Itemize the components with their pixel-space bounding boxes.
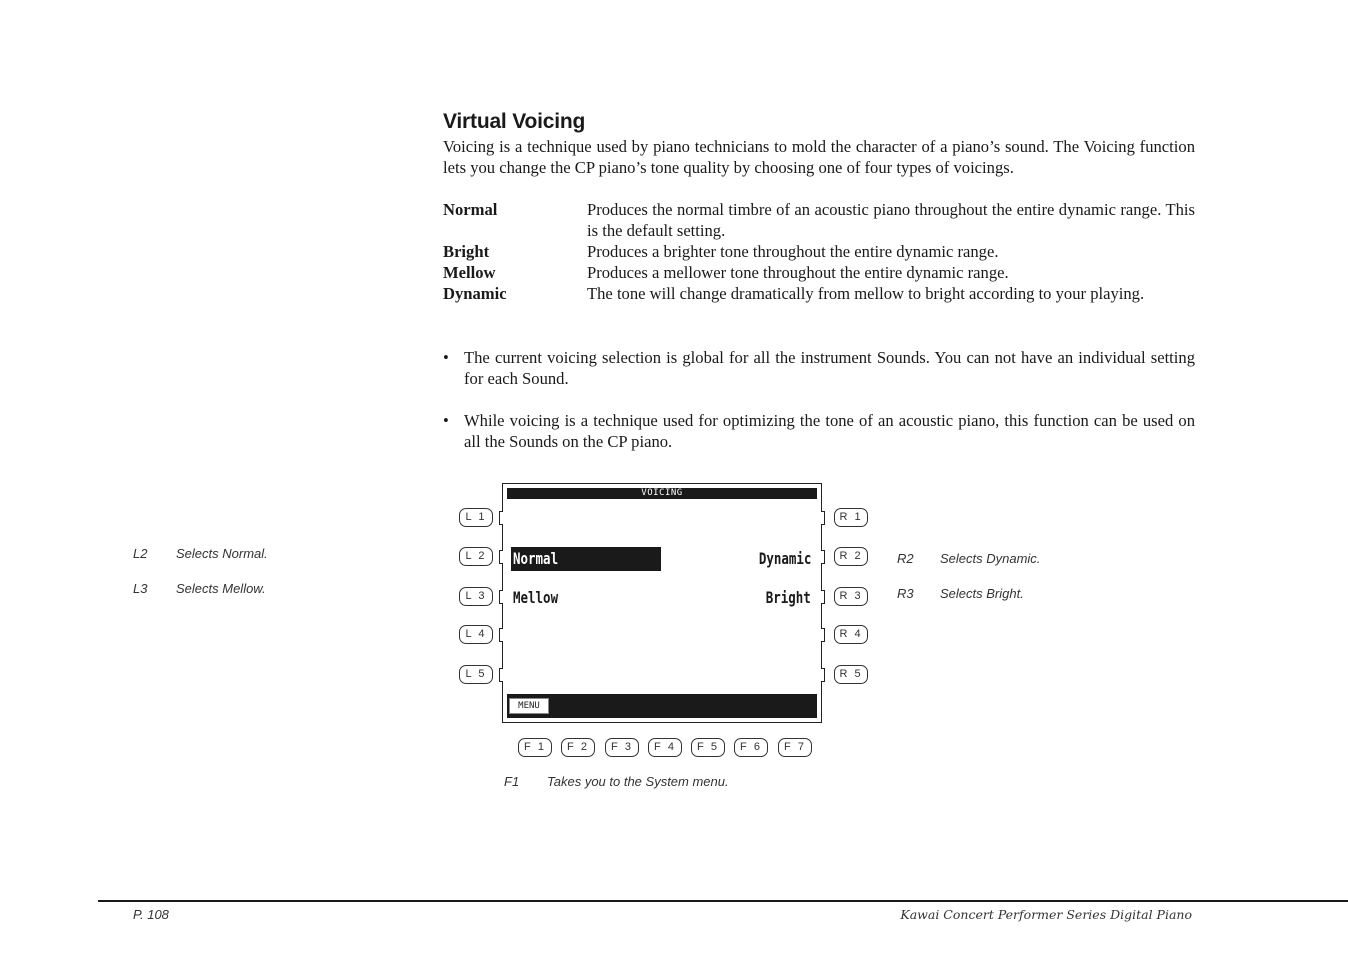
button-r2[interactable]: R 2 [834, 547, 868, 566]
button-f5[interactable]: F 5 [691, 738, 725, 757]
bullet-icon: • [443, 411, 449, 430]
button-l5[interactable]: L 5 [459, 665, 493, 684]
button-f1[interactable]: F 1 [518, 738, 552, 757]
definition-term: Mellow [443, 263, 496, 282]
annotation-key: L2 [133, 546, 148, 561]
annotation-text: Selects Mellow. [176, 581, 266, 596]
lcd-option-mellow[interactable]: Mellow [513, 586, 558, 610]
lcd-footer: MENU [507, 694, 817, 718]
footer-divider [98, 900, 1348, 902]
button-f2[interactable]: F 2 [561, 738, 595, 757]
lcd-notch [821, 668, 825, 682]
voicing-definitions: Normal Produces the normal timbre of an … [443, 199, 1195, 304]
button-f3[interactable]: F 3 [605, 738, 639, 757]
lcd-notch [821, 550, 825, 564]
definition-desc: Produces a brighter tone throughout the … [587, 242, 999, 261]
intro-paragraph: Voicing is a technique used by piano tec… [443, 137, 1195, 177]
bullet-item: • While voicing is a technique used for … [443, 410, 1195, 452]
lcd-notch [821, 590, 825, 604]
definition-desc: Produces the normal timbre of an acousti… [587, 200, 1195, 240]
lcd-notch [499, 628, 503, 642]
lcd-notch [499, 511, 503, 525]
annotation-r3: R3 Selects Bright. [897, 586, 1024, 601]
lcd-option-bright[interactable]: Bright [766, 586, 811, 610]
definition-desc: Produces a mellower tone throughout the … [587, 263, 1009, 282]
lcd-screen: VOICING Normal Mellow Dynamic Bright MEN… [499, 483, 825, 723]
definition-desc: The tone will change dramatically from m… [587, 284, 1145, 303]
button-l1[interactable]: L 1 [459, 508, 493, 527]
button-r4[interactable]: R 4 [834, 625, 868, 644]
lcd-option-dynamic[interactable]: Dynamic [758, 547, 811, 571]
lcd-option-normal[interactable]: Normal [511, 547, 661, 571]
annotation-l2: L2 Selects Normal. [133, 546, 268, 561]
definition-row: Dynamic The tone will change dramaticall… [443, 283, 1195, 304]
page-number: P. 108 [133, 907, 169, 922]
annotation-key: R2 [897, 551, 914, 566]
annotation-key: R3 [897, 586, 914, 601]
bullet-item: • The current voicing selection is globa… [443, 347, 1195, 389]
annotation-text: Selects Dynamic. [940, 551, 1041, 566]
button-l2[interactable]: L 2 [459, 547, 493, 566]
section-title: Virtual Voicing [443, 110, 586, 133]
annotation-f1: F1 Takes you to the System menu. [504, 774, 729, 789]
annotation-key: F1 [504, 774, 520, 789]
button-f7[interactable]: F 7 [778, 738, 812, 757]
lcd-notch [499, 550, 503, 564]
definition-term: Dynamic [443, 284, 507, 303]
lcd-notch [821, 511, 825, 525]
lcd-notch [499, 590, 503, 604]
menu-button[interactable]: MENU [509, 698, 549, 714]
definition-row: Normal Produces the normal timbre of an … [443, 199, 1195, 241]
definition-term: Normal [443, 200, 498, 219]
lcd-header: VOICING [507, 488, 817, 499]
annotation-text: Selects Bright. [940, 586, 1024, 601]
annotation-text: Takes you to the System menu. [547, 774, 729, 789]
bullet-icon: • [443, 348, 449, 367]
button-l4[interactable]: L 4 [459, 625, 493, 644]
lcd-option-label: Normal [513, 549, 559, 568]
button-r1[interactable]: R 1 [834, 508, 868, 527]
button-f4[interactable]: F 4 [648, 738, 682, 757]
annotation-key: L3 [133, 581, 148, 596]
bullet-text: While voicing is a technique used for op… [464, 411, 1195, 451]
annotation-l3: L3 Selects Mellow. [133, 581, 266, 596]
annotation-r2: R2 Selects Dynamic. [897, 551, 1040, 566]
button-r5[interactable]: R 5 [834, 665, 868, 684]
definition-term: Bright [443, 242, 490, 261]
definition-row: Mellow Produces a mellower tone througho… [443, 262, 1195, 283]
lcd-notch [821, 628, 825, 642]
annotation-text: Selects Normal. [176, 546, 268, 561]
button-l3[interactable]: L 3 [459, 587, 493, 606]
footer-title: Kawai Concert Performer Series Digital P… [900, 907, 1192, 922]
definition-row: Bright Produces a brighter tone througho… [443, 241, 1195, 262]
button-f6[interactable]: F 6 [734, 738, 768, 757]
lcd-notch [499, 668, 503, 682]
button-r3[interactable]: R 3 [834, 587, 868, 606]
bullet-text: The current voicing selection is global … [464, 348, 1195, 388]
